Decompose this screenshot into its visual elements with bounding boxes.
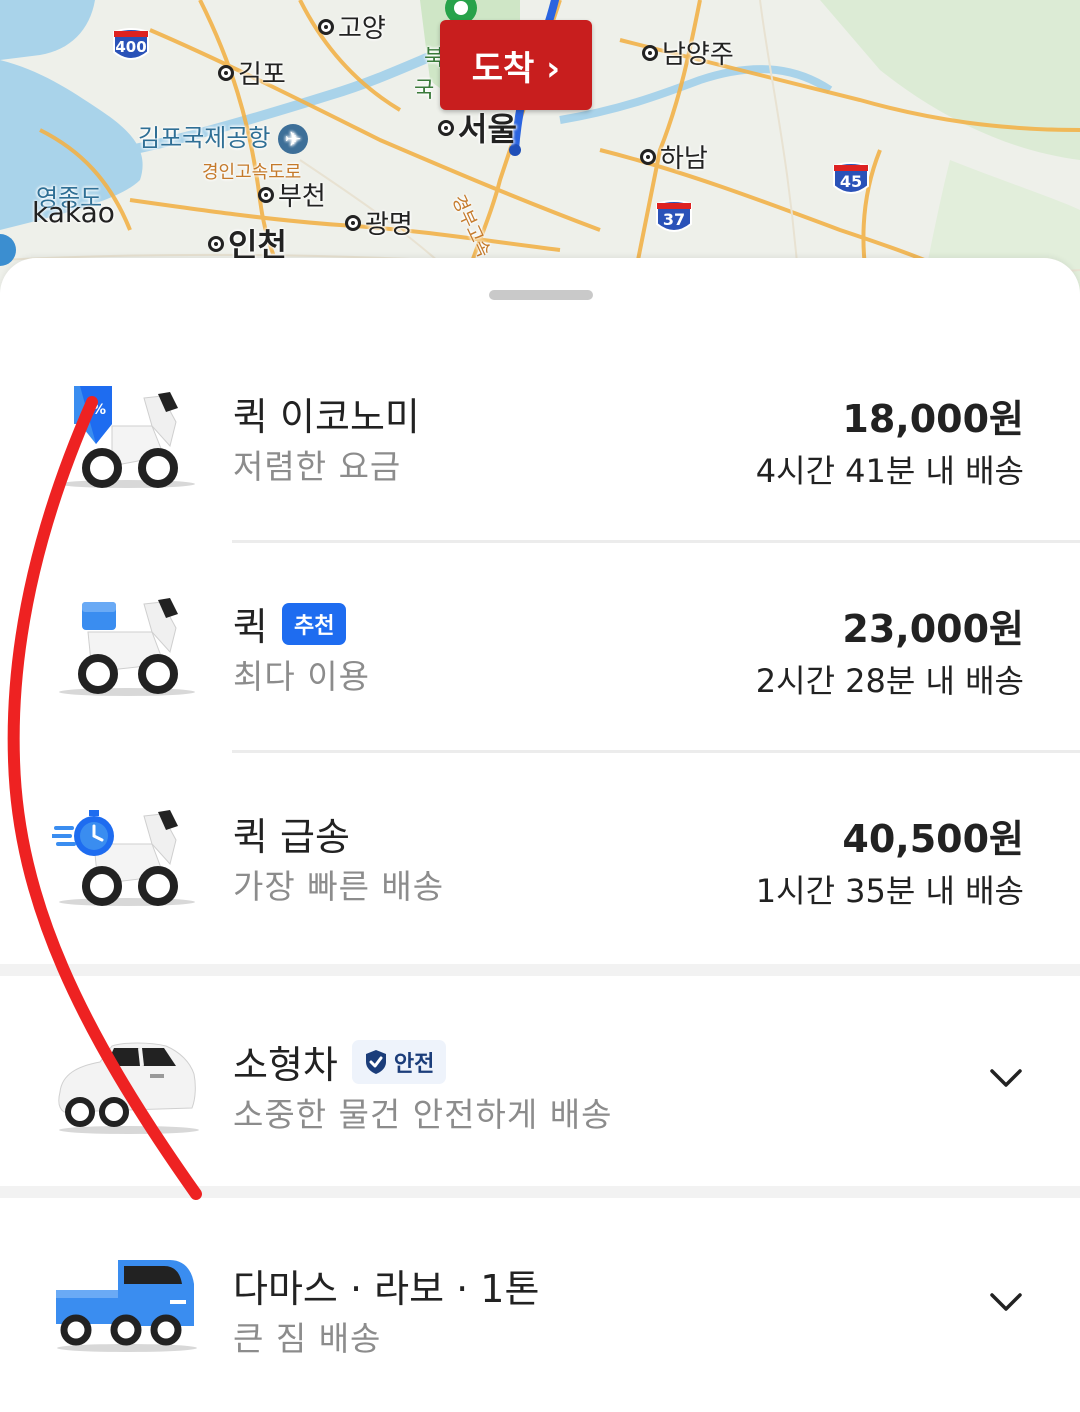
airport-icon: ✈ [278,124,309,154]
option-price: 40,500원 [842,817,1024,861]
safety-badge: 안전 [351,1039,447,1084]
option-subtitle: 소중한 물건 안전하게 배송 [233,1095,613,1134]
chevron-down-icon[interactable] [988,1060,1024,1096]
option-title: 퀵 이코노미 [233,395,420,439]
map-label-guk: 국 [414,78,435,103]
option-price: 18,000원 [842,397,1024,441]
option-title: 퀵 추천 [233,596,347,651]
screen: 고양 김포 남양주 김포국제공항 ✈ 서울 하남 영종도 경인고속도로 부천 광… [0,0,1080,1412]
map-label-gwangmyeong: 광명 [345,204,413,241]
map-label-gimpo: 김포 [218,54,286,91]
map-label-bucheon: 부천 [258,176,326,213]
option-subtitle: 최다 이용 [233,657,370,696]
scooter-icon [52,594,202,704]
option-title: 소형차 안전 [233,1034,447,1089]
option-eta: 2시간 28분 내 배송 [755,662,1024,700]
option-small-car[interactable]: 소형차 안전 소중한 물건 안전하게 배송 [0,976,1080,1186]
option-price: 23,000원 [842,607,1024,651]
shield-check-icon [365,1049,386,1074]
route-shield-400: 400 [112,28,150,64]
option-subtitle: 저렴한 요금 [233,447,402,486]
option-quick-economy[interactable]: % 퀵 이코노미 저렴한 요금 18,000원 4시간 41분 내 배송 [0,358,1080,538]
map-label-hanam: 하남 [640,138,708,175]
chevron-down-icon[interactable] [988,1284,1024,1320]
map-label-namyangju: 남양주 [642,34,734,71]
discount-scooter-icon: % [52,386,202,496]
option-quick[interactable]: 퀵 추천 최다 이용 23,000원 2시간 28분 내 배송 [0,568,1080,748]
svg-text:%: % [92,402,106,418]
delivery-options-sheet: % 퀵 이코노미 저렴한 요금 18,000원 4시간 41분 내 배송 퀵 추… [0,258,1080,1412]
svg-text:400: 400 [115,38,146,56]
truck-icon [52,1250,202,1360]
option-subtitle: 큰 짐 배송 [233,1319,382,1358]
option-quick-express[interactable]: 퀵 급송 가장 빠른 배송 40,500원 1시간 35분 내 배송 [0,778,1080,958]
express-scooter-icon [50,804,202,914]
option-subtitle: 가장 빠른 배송 [233,867,445,906]
divider [232,540,1080,543]
option-truck[interactable]: 다마스 · 라보 · 1톤 큰 짐 배송 [0,1198,1080,1412]
svg-text:37: 37 [663,210,685,229]
car-icon [54,1032,204,1142]
section-gap [0,964,1080,976]
map-view[interactable]: 고양 김포 남양주 김포국제공항 ✈ 서울 하남 영종도 경인고속도로 부천 광… [0,0,1080,300]
map-label-goyang: 고양 [318,8,386,45]
map-label-gimpo-airport: 김포국제공항 ✈ [138,118,309,154]
recommended-badge: 추천 [281,602,347,645]
svg-text:45: 45 [840,172,862,191]
route-shield-37: 37 [655,200,693,236]
map-provider-logo: kakao [32,196,115,229]
option-eta: 4시간 41분 내 배송 [755,452,1024,490]
sheet-handle[interactable] [489,290,593,300]
route-shield-45: 45 [832,162,870,198]
option-title: 다마스 · 라보 · 1톤 [233,1267,540,1311]
map-label-seoul: 서울 [438,104,517,150]
option-title: 퀵 급송 [233,815,350,859]
arrive-button[interactable]: 도착 › [440,20,592,110]
section-gap [0,1186,1080,1198]
divider [232,750,1080,753]
option-eta: 1시간 35분 내 배송 [755,872,1024,910]
